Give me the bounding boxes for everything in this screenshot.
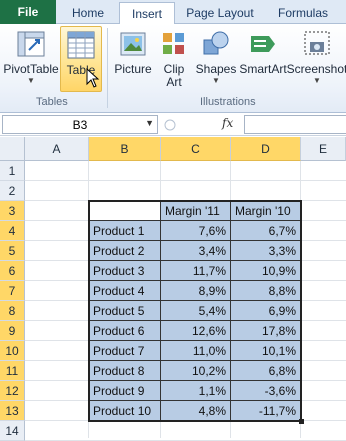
column-header-d[interactable]: D [231, 137, 301, 161]
margin-value-cell[interactable]: 4,8% [161, 401, 231, 421]
smartart-button[interactable]: SmartArt [239, 26, 287, 92]
row-header[interactable]: 11 [0, 361, 25, 381]
name-box-value: B3 [72, 117, 88, 132]
column-header-a[interactable]: A [25, 137, 89, 161]
insert-function-icon[interactable]: fx [222, 116, 233, 130]
tab-insert[interactable]: Insert [119, 2, 175, 25]
margin-value-cell[interactable]: 5,4% [161, 301, 231, 321]
product-name-cell[interactable]: Product 8 [89, 361, 161, 381]
margin-value-cell[interactable]: 6,8% [231, 361, 301, 381]
clipart-icon [158, 28, 190, 60]
select-all-corner[interactable] [0, 137, 25, 161]
row-header[interactable]: 14 [0, 421, 25, 441]
row-header[interactable]: 4 [0, 221, 25, 241]
ribbon: PivotTable ▼ Table Picture Clip Art Shap… [0, 24, 346, 113]
product-name-cell[interactable]: Product 9 [89, 381, 161, 401]
margin-value-cell[interactable]: 8,9% [161, 281, 231, 301]
clipart-label-line2: Art [166, 75, 182, 89]
pivottable-button[interactable]: PivotTable ▼ [2, 26, 60, 92]
row-header[interactable]: 9 [0, 321, 25, 341]
margin-value-cell[interactable]: 11,7% [161, 261, 231, 281]
tab-home[interactable]: Home [62, 2, 114, 24]
pivottable-icon [15, 28, 47, 60]
margin-value-cell[interactable]: 3,4% [161, 241, 231, 261]
chevron-down-icon: ▼ [27, 76, 35, 85]
smartart-label: SmartArt [239, 62, 287, 76]
margin-value-cell[interactable]: 8,8% [231, 281, 301, 301]
picture-button[interactable]: Picture [111, 26, 155, 92]
margin-value-cell[interactable]: 1,1% [161, 381, 231, 401]
margin-value-cell[interactable]: 11,0% [161, 341, 231, 361]
screenshot-icon [301, 28, 333, 60]
product-name-cell[interactable]: Product 10 [89, 401, 161, 421]
ribbon-tab-bar: File Home Insert Page Layout Formulas [0, 0, 346, 25]
fill-handle[interactable] [299, 419, 304, 424]
row-header[interactable]: 8 [0, 301, 25, 321]
margin-value-cell[interactable]: -11,7% [231, 401, 301, 421]
chevron-down-icon[interactable]: ▼ [145, 118, 154, 128]
row-header[interactable]: 7 [0, 281, 25, 301]
name-box[interactable]: B3 ▼ [2, 115, 158, 134]
margin-value-cell[interactable]: 7,6% [161, 221, 231, 241]
product-name-cell[interactable]: Product 4 [89, 281, 161, 301]
picture-icon [117, 28, 149, 60]
table-header-cell[interactable]: Margin '11 [161, 201, 231, 221]
margin-value-cell[interactable]: 10,9% [231, 261, 301, 281]
table-header-cell[interactable]: Margin '10 [231, 201, 301, 221]
margin-value-cell[interactable]: 17,8% [231, 321, 301, 341]
margin-value-cell[interactable]: 3,3% [231, 241, 301, 261]
shapes-button[interactable]: Shapes ▼ [194, 26, 238, 92]
group-label-illustrations: Illustrations [200, 96, 256, 108]
screenshot-label: Screenshot [286, 62, 346, 76]
tab-page-layout[interactable]: Page Layout [180, 2, 260, 24]
column-header-b[interactable]: B [89, 137, 161, 161]
row-header[interactable]: 5 [0, 241, 25, 261]
row-header[interactable]: 12 [0, 381, 25, 401]
chevron-down-icon: ▼ [313, 76, 321, 85]
formula-bar-resize-icon[interactable] [163, 117, 177, 133]
screenshot-button[interactable]: Screenshot ▼ [286, 26, 346, 92]
product-name-cell[interactable]: Product 6 [89, 321, 161, 341]
product-name-cell[interactable]: Product 7 [89, 341, 161, 361]
product-name-cell[interactable]: Product 2 [89, 241, 161, 261]
tab-formulas[interactable]: Formulas [268, 2, 338, 24]
smartart-icon [247, 28, 279, 60]
shapes-icon [200, 28, 232, 60]
row-header[interactable]: 6 [0, 261, 25, 281]
table-header-cell[interactable] [89, 201, 161, 221]
formula-bar: B3 ▼ fx [0, 113, 346, 136]
formula-input[interactable] [244, 115, 346, 134]
product-name-cell[interactable]: Product 1 [89, 221, 161, 241]
tab-file[interactable]: File [0, 0, 56, 24]
column-header-e[interactable]: E [301, 137, 346, 161]
column-header-c[interactable]: C [161, 137, 231, 161]
margin-value-cell[interactable]: 10,1% [231, 341, 301, 361]
margin-value-cell[interactable]: 10,2% [161, 361, 231, 381]
row-header[interactable]: 1 [0, 161, 25, 181]
row-header[interactable]: 13 [0, 401, 25, 421]
row-header[interactable]: 10 [0, 341, 25, 361]
chevron-down-icon: ▼ [212, 76, 220, 85]
row-header[interactable]: 3 [0, 201, 25, 221]
mouse-cursor-icon [86, 68, 100, 88]
group-separator [107, 28, 108, 108]
shapes-label: Shapes [195, 62, 237, 76]
table-icon [65, 29, 97, 61]
margin-value-cell[interactable]: 6,7% [231, 221, 301, 241]
group-label-tables: Tables [36, 96, 68, 108]
gridline [25, 180, 346, 181]
margin-value-cell[interactable]: -3,6% [231, 381, 301, 401]
product-name-cell[interactable]: Product 3 [89, 261, 161, 281]
row-header[interactable]: 2 [0, 181, 25, 201]
pivottable-label: PivotTable [3, 62, 59, 76]
margin-value-cell[interactable]: 12,6% [161, 321, 231, 341]
margin-value-cell[interactable]: 6,9% [231, 301, 301, 321]
product-name-cell[interactable]: Product 5 [89, 301, 161, 321]
clipart-button[interactable]: Clip Art [156, 26, 192, 92]
picture-label: Picture [114, 62, 152, 76]
